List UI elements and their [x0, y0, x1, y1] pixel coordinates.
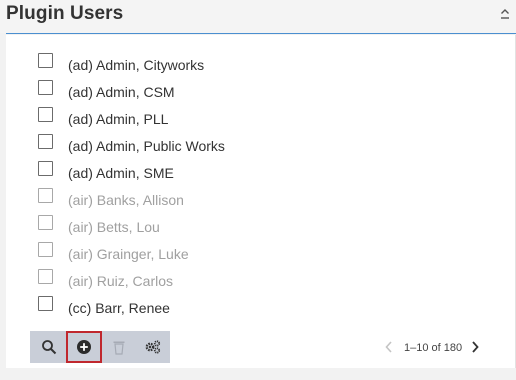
delete-button[interactable] [102, 331, 136, 363]
user-checkbox[interactable] [38, 53, 53, 68]
add-circle-icon [77, 340, 91, 354]
search-icon [42, 340, 57, 355]
chevron-up-icon[interactable] [500, 8, 510, 22]
user-label: (air) Ruiz, Carlos [68, 273, 174, 289]
user-list-item: (ad) Admin, CSM [6, 78, 515, 105]
header-divider [6, 33, 516, 34]
user-label: (cc) Barr, Renee [68, 300, 170, 316]
user-checkbox[interactable] [38, 107, 53, 122]
panel-header: Plugin Users [0, 0, 516, 33]
plugin-users-panel: (ad) Admin, Cityworks (ad) Admin, CSM (a… [6, 35, 516, 368]
user-label: (ad) Admin, SME [68, 165, 174, 181]
user-label: (air) Betts, Lou [68, 219, 160, 235]
user-list-item: (ad) Admin, SME [6, 159, 515, 186]
add-user-button[interactable] [66, 331, 102, 363]
trash-icon [113, 341, 125, 355]
pagination-range: 1–10 of 180 [404, 342, 463, 354]
user-label: (ad) Admin, Public Works [68, 138, 225, 154]
panel-footer-gap [0, 368, 516, 380]
user-label: (ad) Admin, CSM [68, 84, 175, 100]
user-label: (air) Banks, Allison [68, 192, 184, 208]
chevron-right-icon[interactable] [470, 340, 480, 354]
user-checkbox[interactable] [38, 80, 53, 95]
panel-title: Plugin Users [6, 3, 124, 24]
user-list-item: (ad) Admin, Public Works [6, 132, 515, 159]
user-checkbox[interactable] [38, 269, 53, 284]
user-checkbox[interactable] [38, 134, 53, 149]
user-checkbox[interactable] [38, 161, 53, 176]
user-checkbox[interactable] [38, 188, 53, 203]
user-label: (ad) Admin, Cityworks [68, 57, 205, 73]
user-list-item: (ad) Admin, Cityworks [6, 51, 515, 78]
settings-gears-icon [145, 340, 161, 354]
user-list: (ad) Admin, Cityworks (ad) Admin, CSM (a… [6, 51, 515, 321]
user-list-item: (air) Ruiz, Carlos [6, 267, 515, 294]
search-button[interactable] [32, 331, 66, 363]
settings-button[interactable] [136, 331, 170, 363]
user-list-item: (cc) Barr, Renee [6, 294, 515, 321]
user-label: (air) Grainger, Luke [68, 246, 189, 262]
user-list-item: (ad) Admin, PLL [6, 105, 515, 132]
user-checkbox[interactable] [38, 296, 53, 311]
user-list-item: (air) Grainger, Luke [6, 240, 515, 267]
user-checkbox[interactable] [38, 215, 53, 230]
user-list-item: (air) Betts, Lou [6, 213, 515, 240]
user-list-item: (air) Banks, Allison [6, 186, 515, 213]
user-checkbox[interactable] [38, 242, 53, 257]
action-toolbar [30, 331, 170, 363]
user-label: (ad) Admin, PLL [68, 111, 169, 127]
chevron-left-icon[interactable] [384, 340, 394, 354]
